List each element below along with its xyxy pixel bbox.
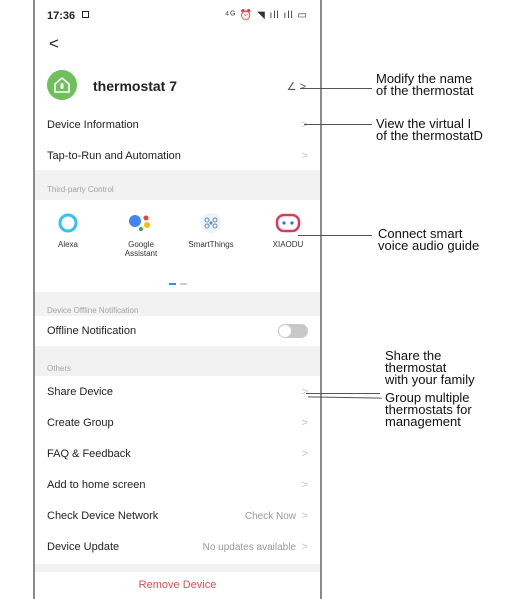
annotation-modify-name: Modify the name of the thermostat (376, 71, 474, 98)
phone-screen: 17:36 ⁴ᴳ ⏰ ◥ ıll ıll ▭ < thermostat 7 ∠ … (33, 0, 322, 599)
create-group-label: Create Group (47, 417, 114, 429)
smartthings-icon (181, 212, 241, 234)
device-update-value: No updates available (202, 541, 296, 553)
annotation-connect-voice: Connect smart voice audio guide (378, 226, 480, 253)
annotation-line-share (306, 393, 380, 394)
annotation-line-connect (298, 235, 372, 236)
chevron-right-icon: > (301, 448, 308, 460)
chevron-right-icon: > (301, 119, 308, 131)
third-party-item-alexa[interactable]: Alexa (38, 212, 98, 249)
third-party-label: Alexa (57, 240, 78, 249)
carousel-pager (35, 272, 320, 290)
chevron-right-icon: > (301, 541, 308, 553)
others-section-label: Others (47, 364, 72, 373)
offline-section-label: Device Offline Notification (47, 306, 139, 315)
check-network-value: Check Now (244, 510, 296, 522)
edit-name-icon[interactable]: ∠ > (287, 80, 306, 93)
check-network-label: Check Device Network (47, 510, 159, 522)
pager-dot-active (168, 283, 176, 285)
back-button[interactable]: < (49, 34, 59, 54)
remove-device-button[interactable]: Remove Device (35, 572, 320, 599)
device-information-row[interactable]: Device Information > (35, 110, 320, 140)
thermostat-avatar-icon (47, 70, 77, 100)
alexa-icon (38, 212, 98, 234)
device-information-label: Device Information (47, 119, 139, 131)
faq-feedback-label: FAQ & Feedback (47, 448, 131, 460)
third-party-label: XIAODU (272, 240, 304, 249)
status-icons: ⁴ᴳ ⏰ ◥ ıll ıll ▭ (224, 10, 308, 21)
chevron-right-icon: > (301, 417, 308, 429)
share-device-row[interactable]: Share Device > (35, 377, 320, 407)
third-party-item-google[interactable]: Google Assistant (111, 212, 171, 258)
device-name[interactable]: thermostat 7 (93, 78, 177, 94)
google-assistant-icon (111, 212, 171, 234)
offline-notification-toggle[interactable] (278, 324, 308, 338)
third-party-section-label: Third-party Control (47, 185, 114, 194)
share-device-label: Share Device (47, 386, 114, 398)
toggle-knob (279, 325, 291, 337)
annotation-group: Group multiple thermostats for managemen… (385, 390, 472, 429)
third-party-item-xiaodu[interactable]: XIAODU (258, 212, 318, 249)
status-bar: 17:36 ⁴ᴳ ⏰ ◥ ıll ıll ▭ (35, 0, 320, 30)
annotation-view-virtual-id: View the virtual I of the thermostatD (376, 116, 483, 143)
third-party-label: Google Assistant (124, 240, 158, 258)
check-network-row[interactable]: Check Device Network Check Now > (35, 501, 320, 531)
notification-icon (82, 11, 89, 18)
chevron-right-icon: > (301, 479, 308, 491)
third-party-item-smartthings[interactable]: SmartThings (181, 212, 241, 249)
device-update-row[interactable]: Device Update No updates available > (35, 532, 320, 562)
pager-dot (179, 283, 187, 285)
add-home-screen-row[interactable]: Add to home screen > (35, 470, 320, 500)
tap-to-run-label: Tap-to-Run and Automation (47, 150, 181, 162)
create-group-row[interactable]: Create Group > (35, 408, 320, 438)
annotation-line-view (304, 124, 372, 125)
faq-feedback-row[interactable]: FAQ & Feedback > (35, 439, 320, 469)
chevron-right-icon: > (301, 150, 308, 162)
annotation-share: Share the thermostat with your family (385, 348, 475, 387)
xiaodu-icon (258, 212, 318, 234)
annotation-line-modify (300, 88, 372, 89)
tap-to-run-row[interactable]: Tap-to-Run and Automation > (35, 141, 320, 171)
third-party-label: SmartThings (188, 240, 234, 249)
add-home-screen-label: Add to home screen (47, 479, 146, 491)
status-time: 17:36 (47, 10, 76, 22)
chevron-right-icon: > (301, 510, 308, 522)
device-update-label: Device Update (47, 541, 120, 553)
offline-notification-label: Offline Notification (47, 325, 137, 337)
